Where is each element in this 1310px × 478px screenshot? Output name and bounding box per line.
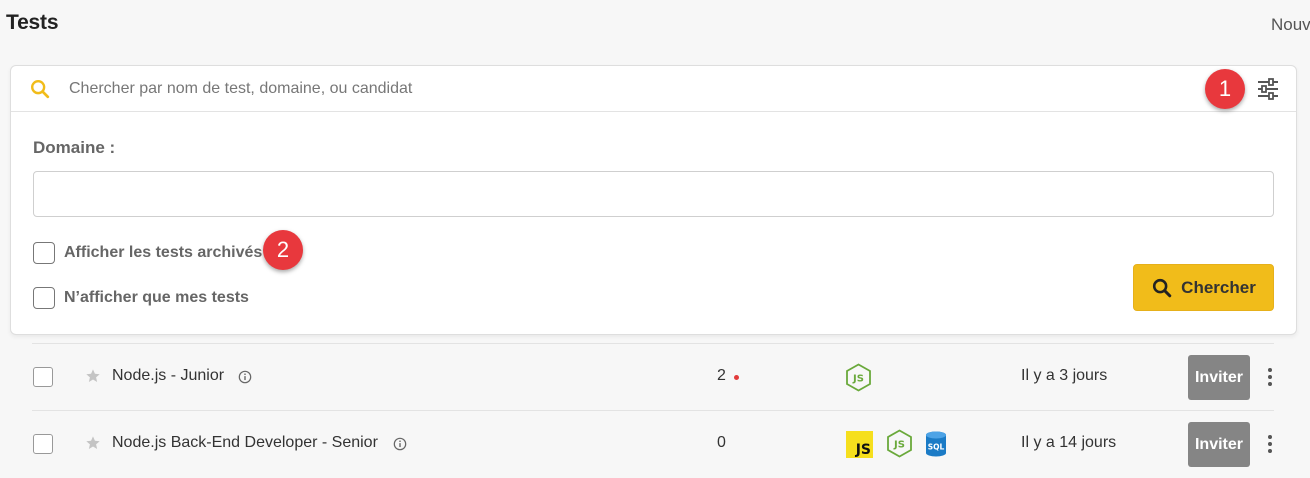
nodejs-icon: JS: [887, 429, 912, 458]
my-tests-checkbox[interactable]: [33, 287, 55, 309]
nodejs-icon: JS: [846, 363, 871, 392]
svg-text:JS: JS: [893, 440, 905, 451]
new-test-button[interactable]: Nouv: [1271, 15, 1310, 35]
sql-label: SQL: [928, 443, 945, 452]
filter-settings-icon[interactable]: [1255, 76, 1281, 102]
search-bar: 1: [11, 66, 1296, 112]
archived-label: Afficher les tests archivés: [64, 244, 263, 261]
test-name[interactable]: Node.js Back-End Developer - Senior: [112, 434, 378, 452]
table-row: Node.js - Junior 2 JS Il y a 3 jours Inv…: [0, 344, 1310, 410]
star-icon[interactable]: [85, 435, 101, 451]
created-date: Il y a 3 jours: [1021, 367, 1108, 384]
row-checkbox[interactable]: [33, 367, 53, 387]
more-options-icon[interactable]: [1264, 366, 1276, 388]
search-panel: 1 Domaine : Afficher les tests archivés …: [10, 65, 1297, 335]
search-button-icon: [1153, 278, 1172, 297]
sql-database-icon: SQL: [926, 431, 946, 457]
row-checkbox[interactable]: [33, 434, 53, 454]
invite-button[interactable]: Inviter: [1188, 355, 1250, 400]
table-row: Node.js Back-End Developer - Senior 0 JS…: [0, 411, 1310, 477]
more-options-icon[interactable]: [1264, 433, 1276, 455]
notification-dot: [734, 375, 739, 380]
search-button[interactable]: Chercher: [1133, 264, 1274, 311]
domain-label: Domaine :: [33, 138, 116, 157]
archived-checkbox[interactable]: [33, 242, 55, 264]
candidate-count: 2: [717, 367, 726, 384]
star-icon[interactable]: [85, 368, 101, 384]
annotation-badge-1: 1: [1205, 69, 1245, 109]
page-title: Tests: [6, 11, 59, 34]
archived-filter[interactable]: Afficher les tests archivés: [33, 242, 262, 264]
annotation-badge-2: 2: [263, 230, 303, 270]
search-icon: [31, 80, 50, 99]
svg-text:JS: JS: [852, 374, 864, 385]
info-icon[interactable]: [238, 370, 252, 384]
search-button-label: Chercher: [1181, 277, 1256, 297]
my-tests-filter[interactable]: N’afficher que mes tests: [33, 287, 249, 309]
domain-input[interactable]: [33, 171, 1274, 217]
my-tests-label: N’afficher que mes tests: [64, 289, 249, 306]
created-date: Il y a 14 jours: [1021, 434, 1117, 451]
test-name[interactable]: Node.js - Junior: [112, 367, 224, 385]
javascript-icon: JS: [846, 431, 873, 458]
info-icon[interactable]: [393, 437, 407, 451]
candidate-count: 0: [717, 434, 726, 451]
invite-button[interactable]: Inviter: [1188, 422, 1250, 467]
search-input[interactable]: [69, 76, 1189, 102]
